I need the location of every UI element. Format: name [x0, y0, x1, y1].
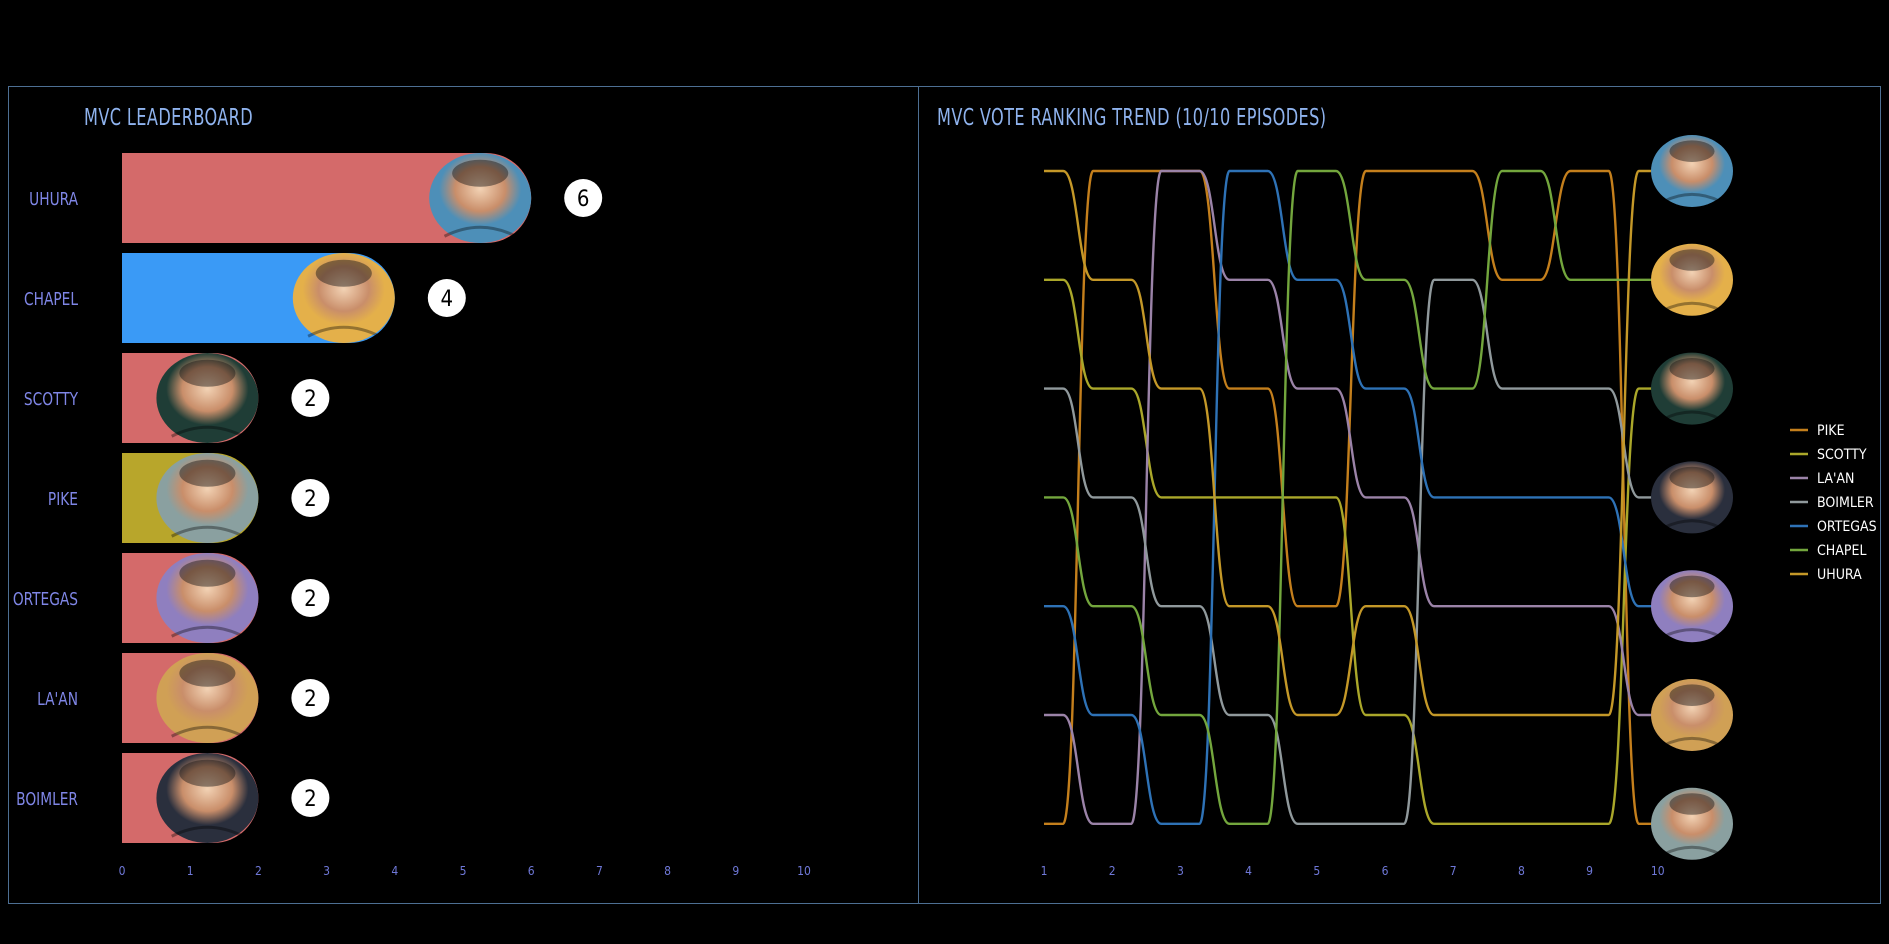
x-tick-5: 5: [460, 864, 467, 878]
trend-x-tick-10: 10: [1651, 864, 1665, 878]
avatar-scotty: [156, 353, 259, 443]
legend-label-la-an: LA'AN: [1817, 471, 1854, 487]
x-tick-10: 10: [797, 864, 811, 878]
end-avatar-scotty: [1651, 352, 1733, 425]
avatar-hair: [179, 359, 236, 387]
trend-x-tick-3: 3: [1177, 864, 1184, 878]
avatar-hair: [452, 159, 509, 187]
avatar-hair: [179, 559, 236, 587]
legend-label-boimler: BOIMLER: [1817, 495, 1874, 511]
avatar-hair: [1669, 575, 1715, 598]
category-label-scotty: SCOTTY: [24, 388, 79, 410]
x-tick-1: 1: [187, 864, 194, 878]
x-tick-9: 9: [732, 864, 739, 878]
value-label-uhura: 6: [577, 187, 590, 212]
avatar-hair: [1669, 140, 1715, 162]
end-avatar-pike: [1651, 787, 1733, 860]
end-avatar-ortegas: [1651, 570, 1733, 643]
legend-label-ortegas: ORTEGAS: [1817, 519, 1877, 535]
category-label-ortegas: ORTEGAS: [13, 588, 78, 610]
avatar-hair: [1669, 793, 1715, 815]
end-avatar-chapel: [1651, 243, 1733, 316]
avatar-pike: [156, 453, 259, 543]
trend-x-tick-2: 2: [1109, 864, 1116, 878]
value-label-boimler: 2: [304, 787, 317, 812]
trend-x-tick-6: 6: [1382, 864, 1389, 878]
avatar-boimler: [156, 753, 259, 843]
trend-line-ortegas: [1044, 169, 1658, 825]
x-tick-7: 7: [596, 864, 603, 878]
avatar-hair: [1669, 249, 1715, 271]
avatar-hair: [179, 759, 236, 787]
avatar-hair: [179, 659, 236, 687]
trend-x-tick-8: 8: [1518, 864, 1525, 878]
trend-x-tick-1: 1: [1041, 864, 1048, 878]
avatar-hair: [315, 259, 372, 287]
avatar-hair: [1669, 358, 1715, 380]
end-avatar-la-an: [1651, 679, 1733, 751]
x-tick-4: 4: [391, 864, 398, 878]
category-label-la-an: LA'AN: [37, 688, 78, 710]
category-label-uhura: UHURA: [29, 188, 78, 210]
end-avatar-boimler: [1651, 461, 1733, 534]
trend-x-tick-4: 4: [1245, 864, 1252, 878]
avatar-la-an: [156, 653, 259, 743]
x-tick-3: 3: [323, 864, 330, 878]
value-label-ortegas: 2: [304, 587, 317, 612]
avatar-hair: [1669, 684, 1715, 706]
value-label-chapel: 4: [441, 287, 454, 312]
category-label-boimler: BOIMLER: [16, 788, 78, 810]
trend-x-tick-5: 5: [1313, 864, 1320, 878]
avatar-uhura: [429, 153, 532, 243]
x-tick-2: 2: [255, 864, 262, 878]
value-label-scotty: 2: [304, 387, 317, 412]
x-tick-6: 6: [528, 864, 535, 878]
avatar-hair: [179, 459, 236, 487]
value-label-pike: 2: [304, 487, 317, 512]
trend-legend: PIKE SCOTTY LA'AN BOIMLER ORTEGAS CHAPEL UHURA: [1790, 423, 1877, 583]
category-label-chapel: CHAPEL: [24, 288, 79, 310]
charts-canvas: 6 UHURA 4 CHAPEL 2 SCOTTY 2 PIKE 2 ORTEGAS 2 LA'AN 2…: [13, 135, 1877, 878]
x-tick-0: 0: [119, 864, 126, 878]
trend-x-tick-7: 7: [1450, 864, 1457, 878]
legend-label-scotty: SCOTTY: [1817, 447, 1867, 463]
x-tick-8: 8: [664, 864, 671, 878]
avatar-ortegas: [156, 553, 259, 643]
category-label-pike: PIKE: [48, 488, 78, 510]
end-avatar-uhura: [1651, 135, 1733, 207]
legend-label-pike: PIKE: [1817, 423, 1845, 439]
avatar-hair: [1669, 466, 1715, 489]
avatar-chapel: [292, 253, 395, 343]
value-label-la-an: 2: [304, 687, 317, 712]
legend-label-chapel: CHAPEL: [1817, 543, 1866, 559]
trend-x-tick-9: 9: [1586, 864, 1593, 878]
legend-label-uhura: UHURA: [1817, 567, 1862, 583]
